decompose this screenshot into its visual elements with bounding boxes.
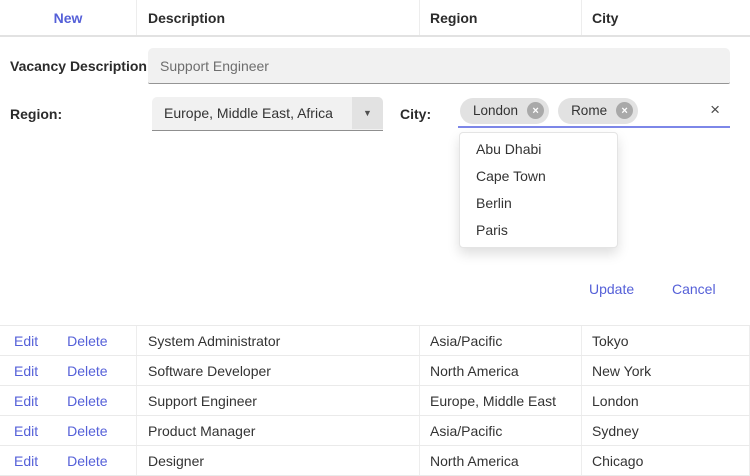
delete-link[interactable]: Delete <box>67 423 107 439</box>
cell-region: Asia/Pacific <box>420 416 582 445</box>
city-tag-london: London × <box>460 98 549 124</box>
row-commands: Edit Delete <box>0 356 137 385</box>
delete-link[interactable]: Delete <box>67 453 107 469</box>
column-header-city[interactable]: City <box>582 0 750 35</box>
command-column-header: New <box>0 0 137 35</box>
cell-description: Product Manager <box>137 416 420 445</box>
row-commands: Edit Delete <box>0 416 137 445</box>
table-row: Edit Delete Support Engineer Europe, Mid… <box>0 386 750 416</box>
vacancy-description-input[interactable] <box>148 48 730 84</box>
cell-description: System Administrator <box>137 326 420 355</box>
grid-header-row: New Description Region City <box>0 0 750 37</box>
tag-remove-icon[interactable]: × <box>616 102 633 119</box>
update-button[interactable]: Update <box>589 281 634 297</box>
city-option-cape-town[interactable]: Cape Town <box>460 163 617 190</box>
city-tag-label: London <box>473 103 518 118</box>
region-select[interactable]: Europe, Middle East, Africa ▼ <box>152 97 383 131</box>
cell-city: New York <box>582 356 750 385</box>
table-row: Edit Delete Designer North America Chica… <box>0 446 750 476</box>
city-dropdown-popup: Abu Dhabi Cape Town Berlin Paris <box>459 132 618 248</box>
cell-region: Europe, Middle East <box>420 386 582 415</box>
new-button[interactable]: New <box>54 10 83 26</box>
cell-city: Chicago <box>582 446 750 475</box>
region-label: Region: <box>10 97 62 131</box>
cell-description: Designer <box>137 446 420 475</box>
delete-link[interactable]: Delete <box>67 363 107 379</box>
vacancy-description-label: Vacancy Description: <box>10 48 152 84</box>
table-row: Edit Delete Product Manager Asia/Pacific… <box>0 416 750 446</box>
city-option-berlin[interactable]: Berlin <box>460 190 617 217</box>
edit-link[interactable]: Edit <box>14 453 38 469</box>
tag-remove-icon[interactable]: × <box>527 102 544 119</box>
row-commands: Edit Delete <box>0 326 137 355</box>
table-row: Edit Delete System Administrator Asia/Pa… <box>0 326 750 356</box>
cell-city: Sydney <box>582 416 750 445</box>
city-tagbox[interactable]: London × Rome × × <box>458 95 730 128</box>
clear-icon[interactable]: × <box>710 100 720 120</box>
column-header-region[interactable]: Region <box>420 0 582 35</box>
delete-link[interactable]: Delete <box>67 393 107 409</box>
delete-link[interactable]: Delete <box>67 333 107 349</box>
city-label: City: <box>400 97 431 131</box>
edit-link[interactable]: Edit <box>14 333 38 349</box>
column-header-description[interactable]: Description <box>137 0 420 35</box>
grid-rows: Edit Delete System Administrator Asia/Pa… <box>0 325 750 476</box>
vacancy-grid: New Description Region City Vacancy Desc… <box>0 0 750 476</box>
row-commands: Edit Delete <box>0 386 137 415</box>
cell-region: North America <box>420 446 582 475</box>
row-commands: Edit Delete <box>0 446 137 475</box>
cell-description: Support Engineer <box>137 386 420 415</box>
table-row: Edit Delete Software Developer North Ame… <box>0 356 750 386</box>
edit-link[interactable]: Edit <box>14 423 38 439</box>
cell-city: London <box>582 386 750 415</box>
city-tag-label: Rome <box>571 103 607 118</box>
cancel-button[interactable]: Cancel <box>672 281 716 297</box>
city-tag-rome: Rome × <box>558 98 638 124</box>
edit-link[interactable]: Edit <box>14 363 38 379</box>
chevron-down-icon[interactable]: ▼ <box>352 97 383 129</box>
cell-region: Asia/Pacific <box>420 326 582 355</box>
cell-city: Tokyo <box>582 326 750 355</box>
region-select-value: Europe, Middle East, Africa <box>164 97 333 129</box>
edit-link[interactable]: Edit <box>14 393 38 409</box>
city-option-abu-dhabi[interactable]: Abu Dhabi <box>460 136 617 163</box>
cell-description: Software Developer <box>137 356 420 385</box>
cell-region: North America <box>420 356 582 385</box>
city-option-paris[interactable]: Paris <box>460 217 617 244</box>
